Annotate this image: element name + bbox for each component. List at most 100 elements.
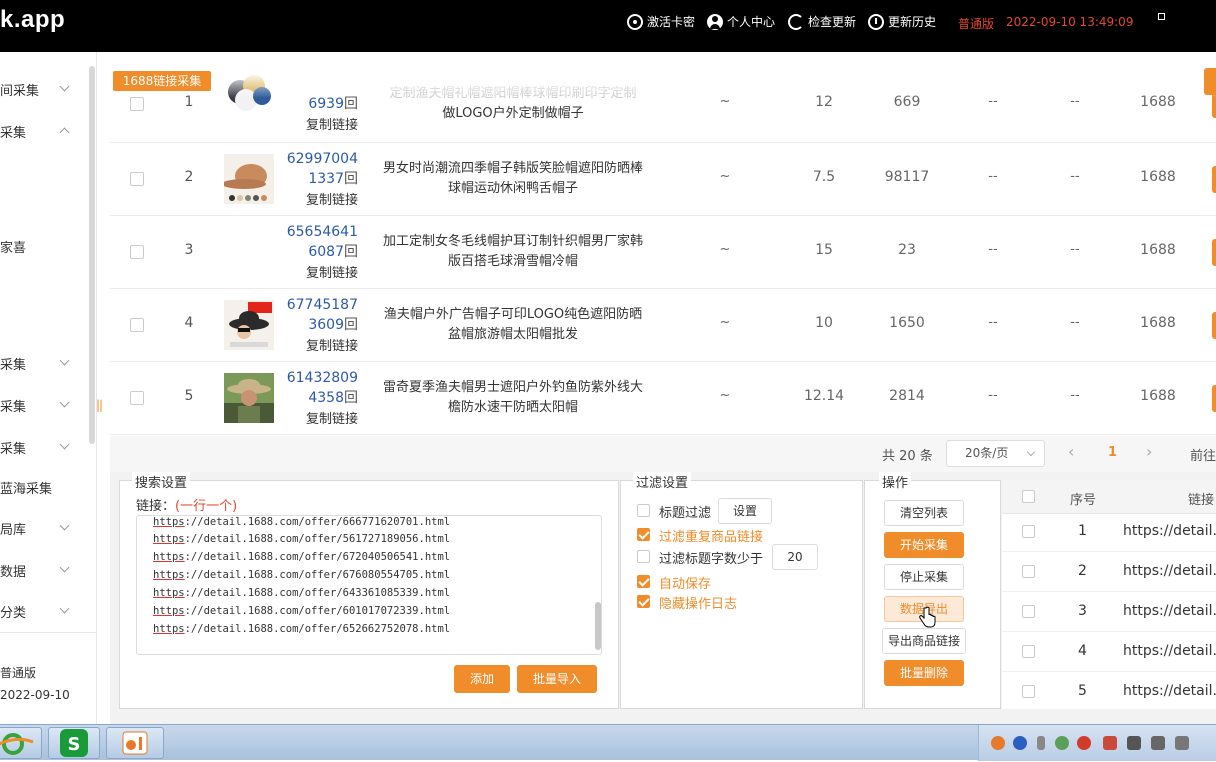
add-button[interactable]: 添加 [454,665,510,693]
copy-link-button[interactable]: 复制链接 [278,335,358,354]
1688-link-collect-tab[interactable]: 1688链接采集 [113,71,211,91]
min-words-checkbox[interactable] [637,550,650,563]
wifi-icon[interactable] [1151,736,1165,750]
sidebar-item-4[interactable]: 采集 [0,396,92,416]
title-filter-settings-button[interactable]: 设置 [718,498,772,524]
hide-log-checkbox[interactable] [637,595,650,608]
sidebar-item-6[interactable]: 蓝海采集 [0,478,92,498]
sidebar-item-label: 采集 [0,126,27,141]
sidebar-collapse-handle[interactable]: || [96,398,103,412]
product-id-link[interactable]: 65654641 6087回 [278,222,358,262]
row-checkbox[interactable] [1022,605,1035,618]
help-icon[interactable] [1013,736,1027,750]
prev-page-button[interactable]: ‹ [1068,442,1074,461]
sidebar-item-2[interactable]: 家喜 [0,237,92,257]
network-small-icon[interactable] [1037,736,1045,750]
url-scheme: https [153,623,185,635]
table-row[interactable]: 2 62997004 1337回 复制链接 男女时尚潮流四季帽子韩版笑脸帽遮阳防… [110,143,1216,216]
update-history-button[interactable]: 更新历史 [868,13,936,30]
svg-text:S: S [68,734,81,755]
row-action-button[interactable] [1212,239,1216,266]
row-checkbox[interactable] [130,245,144,259]
clear-list-button[interactable]: 清空列表 [884,500,964,526]
start-collect-button[interactable]: 开始采集 [884,532,964,558]
product-id-link[interactable]: 67745187 3609回 [278,295,358,335]
link-hint: (一行一个) [175,499,238,514]
copy-link-button[interactable]: 复制链接 [278,262,358,281]
table-row[interactable]: 1 6939回 复制链接 定制渔夫帽礼帽遮阳帽棒球帽印刷印字定制 做LOGO户外… [110,70,1216,143]
blocked-icon[interactable] [1103,736,1117,750]
user-center-button[interactable]: 个人中心 [707,13,775,30]
product-id-suffix: 回 [344,390,358,406]
table-row[interactable]: 4 https://detail.1 [1002,632,1216,672]
table-row[interactable]: 5 https://detail.1 [1002,672,1216,709]
title-filter-checkbox[interactable] [637,504,650,517]
browser-taskbar-button[interactable] [0,727,42,759]
sidebar-item-label: 采集 [0,358,27,373]
sidebar-item-7[interactable]: 局库 [0,519,92,539]
maximize-window-button[interactable] [1158,13,1165,20]
product-price: 7.5 [812,169,836,185]
row-checkbox[interactable] [130,318,144,332]
row-checkbox[interactable] [130,391,144,405]
page-size-select[interactable]: 20条/页 [946,440,1045,467]
stop-collect-button[interactable]: 停止采集 [884,564,964,590]
url-line: https://detail.1688.com/offer/6760805547… [153,569,450,581]
row-action-button[interactable] [1212,91,1216,118]
current-page[interactable]: 1 [1108,445,1117,460]
product-field: -- [988,242,998,257]
row-action-button[interactable] [1212,385,1216,412]
sidebar-item-5[interactable]: 采集 [0,438,92,458]
row-checkbox[interactable] [130,97,144,111]
input-method-icon[interactable] [991,736,1005,750]
price-range: ~ [719,94,731,109]
sidebar-item-0[interactable]: 间采集 [0,80,92,100]
copy-link-button[interactable]: 复制链接 [278,189,358,208]
activate-button[interactable]: 激活卡密 [627,13,695,30]
sidebar-item-9[interactable]: 分类 [0,602,92,622]
sidebar-item-3[interactable]: 采集 [0,354,92,374]
row-checkbox[interactable] [1022,525,1035,538]
sidebar-scrollbar[interactable] [89,66,95,444]
row-checkbox[interactable] [1022,565,1035,578]
row-action-button[interactable] [1212,166,1216,193]
table-row[interactable]: 1 https://detail.1 [1002,512,1216,552]
table-row[interactable]: 3 https://detail.1 [1002,592,1216,632]
url-textarea[interactable]: https://detail.1688.com/offer/6667716207… [136,515,602,655]
hide-log-label: 隐藏操作日志 [659,597,738,612]
clipboard-icon[interactable] [1127,736,1141,750]
sidebar-item-1[interactable]: 采集 [0,122,92,142]
app-taskbar-button[interactable] [106,727,164,759]
select-all-checkbox[interactable] [1022,490,1035,503]
sidebar-item-8[interactable]: 数据 [0,561,92,581]
export-links-button[interactable]: 导出商品链接 [882,628,966,654]
min-words-input[interactable]: 20 [772,544,818,570]
product-id-link[interactable]: 62997004 1337回 [278,149,358,189]
search-settings-legend: 搜索设置 [132,472,191,491]
header-action-button[interactable] [1204,68,1216,95]
check-update-button[interactable]: 检查更新 [788,13,856,30]
table-row[interactable]: 3 65654641 6087回 复制链接 加工定制女冬毛线帽护耳订制针织帽男厂… [110,216,1216,289]
dedupe-checkbox[interactable] [637,528,650,541]
autosave-checkbox[interactable] [637,575,650,588]
product-price: 10 [815,315,833,331]
copy-link-button[interactable]: 复制链接 [278,114,358,133]
batch-delete-button[interactable]: 批量删除 [884,660,964,686]
table-row[interactable]: 4 67745187 3609回 复制链接 渔夫帽户外广告帽子可印LOGO纯色遮… [110,289,1216,362]
volume-icon[interactable] [1175,736,1189,750]
row-checkbox[interactable] [130,172,144,186]
product-id-link[interactable]: 6939回 [278,94,358,114]
security-icon[interactable] [1055,736,1069,750]
row-checkbox[interactable] [1022,685,1035,698]
textarea-scrollbar[interactable] [595,602,601,650]
product-id-link[interactable]: 61432809 4358回 [278,368,358,408]
copy-link-button[interactable]: 复制链接 [278,408,358,427]
row-checkbox[interactable] [1022,645,1035,658]
next-page-button[interactable]: › [1146,442,1152,461]
table-row[interactable]: 5 61432809 4358回 复制链接 雷奇夏季渔夫帽男士遮阳户外钓鱼防紫外… [110,362,1216,435]
batch-import-button[interactable]: 批量导入 [517,665,597,693]
spreadsheet-taskbar-button[interactable]: S [48,727,100,759]
record-icon[interactable] [1077,736,1091,750]
table-row[interactable]: 2 https://detail.1 [1002,552,1216,592]
row-action-button[interactable] [1212,312,1216,339]
